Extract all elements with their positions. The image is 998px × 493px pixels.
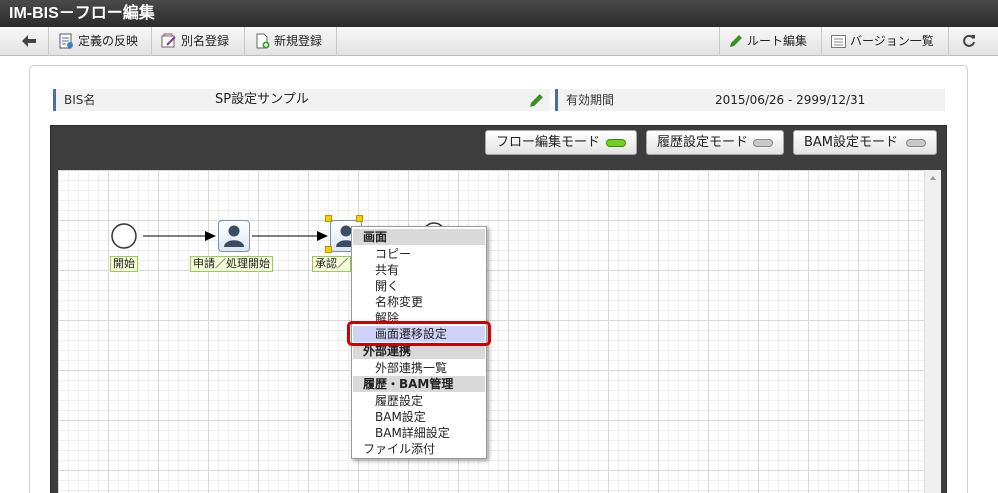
flow-diagram (111, 222, 446, 249)
selection-handle[interactable] (325, 215, 332, 222)
menu-header-screen: 画面 (353, 229, 485, 245)
menu-item-bam-detail[interactable]: BAM詳細設定 (353, 425, 485, 441)
selection-handle[interactable] (325, 246, 332, 253)
menu-item-bam-setting[interactable]: BAM設定 (353, 409, 485, 425)
arrow-head-icon (317, 231, 328, 241)
selection-handle[interactable] (356, 215, 363, 222)
context-menu: 画面 コピー 共有 開く 名称変更 解除 画面遷移設定 外部連携 外部連携一覧 … (347, 226, 491, 459)
menu-item-rename[interactable]: 名称変更 (353, 294, 485, 310)
user-icon (224, 225, 244, 247)
menu-item-open[interactable]: 開く (353, 278, 485, 294)
apply-node-label: 申請／処理開始 (190, 256, 273, 272)
menu-header-history: 履歴・BAM管理 (353, 376, 485, 392)
menu-item-copy[interactable]: コピー (353, 246, 485, 262)
highlight-callout (347, 321, 491, 346)
menu-item-external-list[interactable]: 外部連携一覧 (353, 360, 485, 376)
menu-item-history-setting[interactable]: 履歴設定 (353, 393, 485, 409)
menu-item-file-attach[interactable]: ファイル添付 (353, 441, 485, 457)
arrow-head-icon (205, 231, 216, 241)
apply-task-node[interactable] (218, 220, 250, 252)
menu-item-share[interactable]: 共有 (353, 262, 485, 278)
approve-node-label: 承認／ (312, 256, 351, 272)
start-node[interactable] (111, 223, 137, 249)
start-node-label: 開始 (110, 256, 138, 272)
